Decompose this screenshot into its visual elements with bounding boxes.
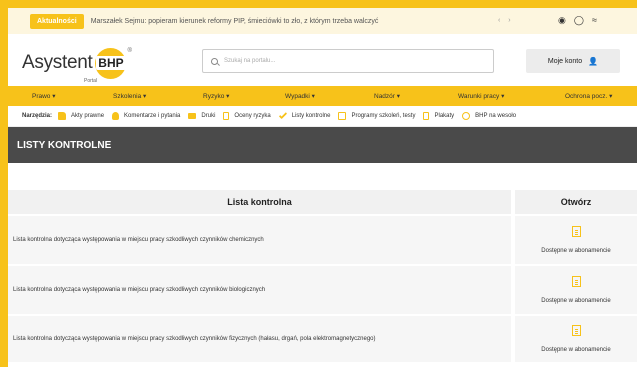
- facebook-icon[interactable]: ◉: [558, 15, 566, 25]
- file-icon[interactable]: [571, 325, 581, 336]
- news-headline[interactable]: Marszałek Sejmu: popieram kierunek refor…: [91, 18, 379, 25]
- folder-icon: [58, 112, 67, 120]
- nav-item-ryzyko[interactable]: Ryzyko ▾: [203, 92, 229, 100]
- poster-icon: [423, 112, 430, 120]
- site-header: Asystent BHP ® Portal Szukaj na portalu.…: [8, 34, 637, 86]
- checklist-name[interactable]: Lista kontrolna dotycząca występowania w…: [8, 266, 515, 314]
- tool-label: Komentarze i pytania: [124, 113, 181, 119]
- account-label: Moje konto: [547, 57, 583, 65]
- my-account-button[interactable]: Moje konto 👤: [526, 49, 620, 73]
- nav-item-warunki-pracy[interactable]: Warunki pracy ▾: [458, 92, 504, 100]
- document-icon: [223, 112, 230, 120]
- news-badge[interactable]: Aktualności: [30, 13, 84, 29]
- site-logo[interactable]: Asystent BHP ®: [22, 47, 132, 79]
- nav-item-prawo[interactable]: Prawo ▾: [32, 92, 56, 100]
- news-arrows[interactable]: ‹ ›: [498, 17, 514, 24]
- availability-label: Dostępne w abonamencie: [541, 248, 611, 254]
- person-icon: [112, 112, 120, 120]
- file-icon[interactable]: [571, 226, 581, 237]
- social-links: ◉ ◯ ≈: [558, 15, 597, 25]
- nav-item-szkolenia[interactable]: Szkolenia ▾: [113, 92, 146, 100]
- table-header-row: Lista kontrolna Otwórz: [8, 190, 637, 214]
- tool-label: Programy szkoleń, testy: [351, 113, 416, 119]
- browser-frame: Aktualności Marszałek Sejmu: popieram ki…: [8, 8, 637, 367]
- page-title: LISTY KONTROLNE: [17, 139, 112, 151]
- availability-label: Dostępne w abonamencie: [541, 298, 611, 304]
- availability-label: Dostępne w abonamencie: [541, 347, 611, 353]
- tool-akty-prawne[interactable]: Akty prawne: [58, 112, 104, 120]
- tools-label: Narzędzia:: [22, 113, 53, 119]
- search-placeholder: Szukaj na portalu...: [224, 58, 276, 64]
- tool-label: Listy kontrolne: [291, 113, 331, 119]
- tool-druki[interactable]: Druki: [188, 113, 215, 119]
- tool-bhp-na-wesolo[interactable]: BHP na wesoło: [462, 112, 516, 120]
- add-user-icon: 👤: [588, 56, 599, 66]
- open-cell: Dostępne w abonamencie: [515, 316, 637, 362]
- tool-programy[interactable]: Programy szkoleń, testy: [338, 112, 415, 120]
- tool-label: Druki: [201, 113, 216, 119]
- tool-oceny-ryzyka[interactable]: Oceny ryzyka: [223, 112, 271, 120]
- tool-label: Plakaty: [434, 113, 455, 119]
- logo-text: Asystent: [22, 52, 93, 73]
- open-cell: Dostępne w abonamencie: [515, 266, 637, 314]
- rss-icon[interactable]: ≈: [592, 15, 597, 25]
- checklist-name[interactable]: Lista kontrolna dotycząca występowania w…: [8, 316, 515, 362]
- search-icon: [211, 57, 218, 65]
- nav-item-nadzor[interactable]: Nadzór ▾: [374, 92, 400, 100]
- checklist-table: Lista kontrolna Otwórz Lista kontrolna d…: [8, 188, 637, 364]
- page-title-bar: LISTY KONTROLNE: [8, 127, 637, 163]
- table-row: Lista kontrolna dotycząca występowania w…: [8, 266, 637, 314]
- news-bar: Aktualności Marszałek Sejmu: popieram ki…: [8, 8, 637, 34]
- smile-icon: [462, 112, 471, 120]
- table-row: Lista kontrolna dotycząca występowania w…: [8, 316, 637, 362]
- instagram-icon[interactable]: ◯: [574, 15, 584, 25]
- logo-bhp: BHP: [96, 56, 126, 70]
- checklist-name[interactable]: Lista kontrolna dotycząca występowania w…: [8, 216, 515, 264]
- tool-label: Akty prawne: [71, 113, 105, 119]
- open-cell: Dostępne w abonamencie: [515, 216, 637, 264]
- table-row: Lista kontrolna dotycząca występowania w…: [8, 216, 637, 264]
- nav-item-ochrona[interactable]: Ochrona pocz. ▾: [565, 92, 612, 100]
- file-icon[interactable]: [571, 276, 581, 287]
- tool-label: BHP na wesoło: [475, 113, 517, 119]
- checkbox-icon: [338, 112, 347, 120]
- tool-listy-kontrolne[interactable]: Listy kontrolne: [278, 110, 331, 119]
- nav-item-wypadki[interactable]: Wypadki ▾: [285, 92, 315, 100]
- printer-icon: [188, 113, 197, 119]
- column-header-list: Lista kontrolna: [8, 190, 515, 214]
- tool-label: Oceny ryzyka: [234, 113, 271, 119]
- tools-bar: Narzędzia: Akty prawne Komentarze i pyta…: [8, 106, 637, 127]
- column-header-open: Otwórz: [515, 190, 637, 214]
- main-nav: Prawo ▾ Szkolenia ▾ Ryzyko ▾ Wypadki ▾ N…: [8, 86, 637, 106]
- registered-icon: ®: [127, 48, 132, 54]
- logo-subtitle: Portal: [84, 78, 98, 84]
- check-icon: [278, 110, 288, 119]
- tool-plakaty[interactable]: Plakaty: [423, 112, 454, 120]
- logo-mark: BHP: [95, 47, 127, 79]
- tool-komentarze[interactable]: Komentarze i pytania: [112, 112, 180, 120]
- search-input[interactable]: Szukaj na portalu...: [202, 49, 494, 73]
